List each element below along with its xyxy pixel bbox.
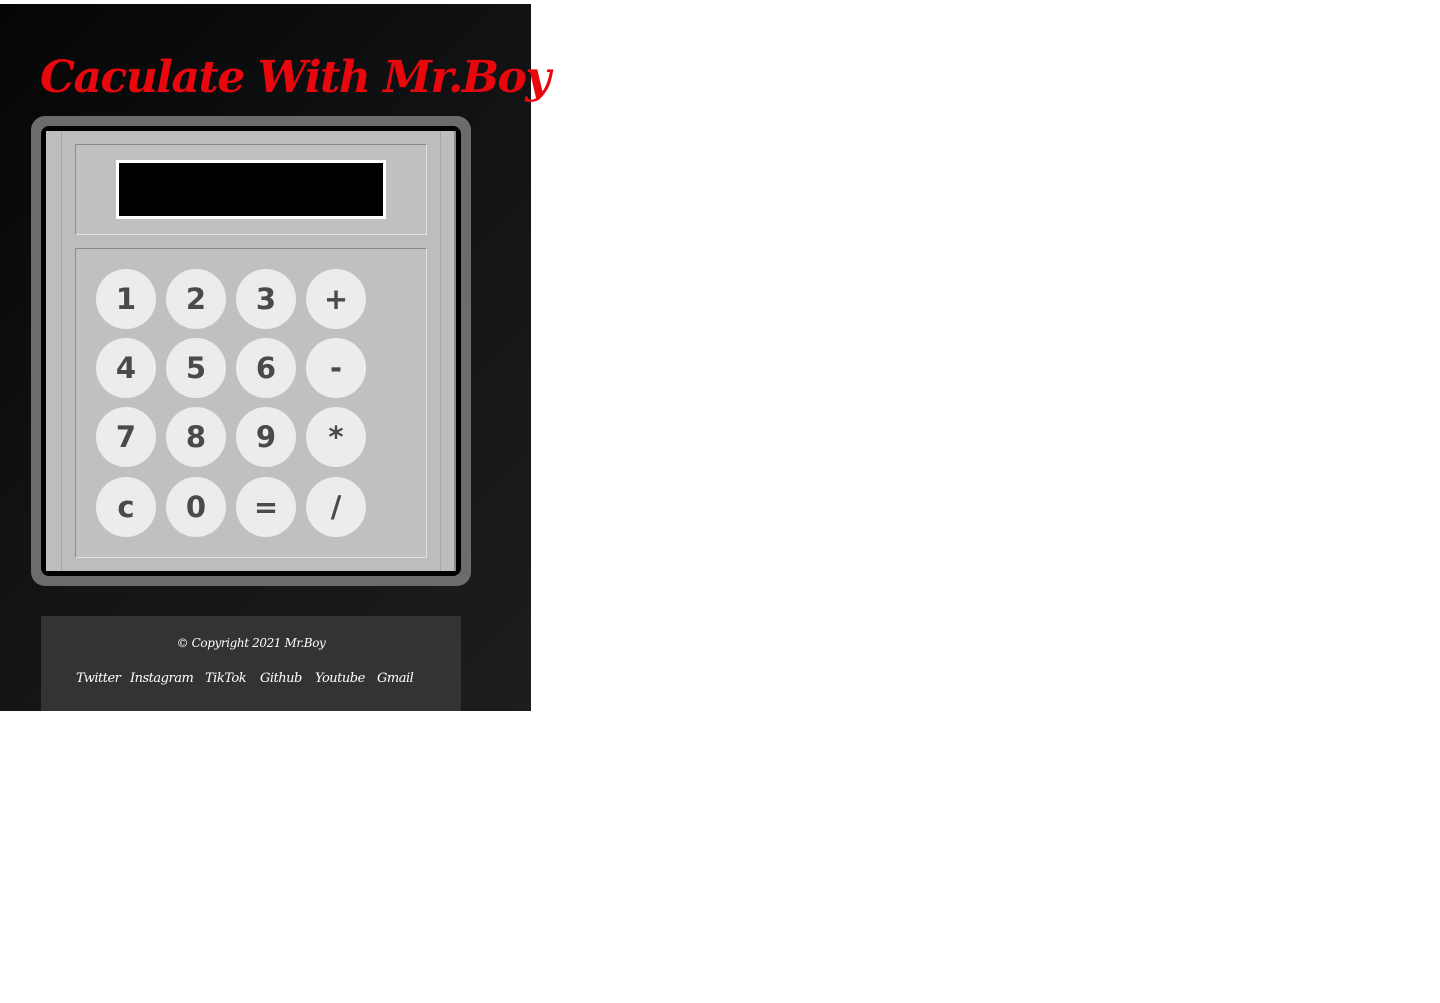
keypad-panel: 1 2 3 + 4 5 6 - 7 8 9 * c 0 = /: [75, 248, 427, 558]
gmail-link[interactable]: Gmail: [377, 671, 414, 686]
key-equals[interactable]: =: [236, 477, 296, 537]
calculator-body: 1 2 3 + 4 5 6 - 7 8 9 * c 0 = /: [46, 131, 456, 571]
key-9[interactable]: 9: [236, 407, 296, 467]
key-5[interactable]: 5: [166, 338, 226, 398]
key-2[interactable]: 2: [166, 269, 226, 329]
key-6[interactable]: 6: [236, 338, 296, 398]
twitter-link[interactable]: Twitter: [76, 671, 121, 686]
page-title: Caculate With Mr.Boy: [40, 52, 551, 103]
display-screen[interactable]: [116, 160, 386, 219]
page-background: Caculate With Mr.Boy 1 2 3 + 4 5 6 - 7 8…: [0, 4, 551, 711]
key-7[interactable]: 7: [96, 407, 156, 467]
display-panel: [75, 144, 427, 235]
key-clear[interactable]: c: [96, 477, 156, 537]
tiktok-link[interactable]: TikTok: [205, 671, 247, 686]
key-1[interactable]: 1: [96, 269, 156, 329]
key-0[interactable]: 0: [166, 477, 226, 537]
key-minus[interactable]: -: [306, 338, 366, 398]
youtube-link[interactable]: Youtube: [315, 671, 365, 686]
key-3[interactable]: 3: [236, 269, 296, 329]
key-multiply[interactable]: *: [306, 407, 366, 467]
key-8[interactable]: 8: [166, 407, 226, 467]
github-link[interactable]: Github: [260, 671, 302, 686]
instagram-link[interactable]: Instagram: [130, 671, 194, 686]
key-plus[interactable]: +: [306, 269, 366, 329]
calculator-bezel: 1 2 3 + 4 5 6 - 7 8 9 * c 0 = /: [41, 126, 461, 576]
calculator-frame: 1 2 3 + 4 5 6 - 7 8 9 * c 0 = /: [31, 116, 471, 586]
key-4[interactable]: 4: [96, 338, 156, 398]
key-divide[interactable]: /: [306, 477, 366, 537]
footer: © Copyright 2021 Mr.Boy Twitter Instagra…: [41, 616, 461, 711]
copyright-text: © Copyright 2021 Mr.Boy: [176, 636, 326, 650]
